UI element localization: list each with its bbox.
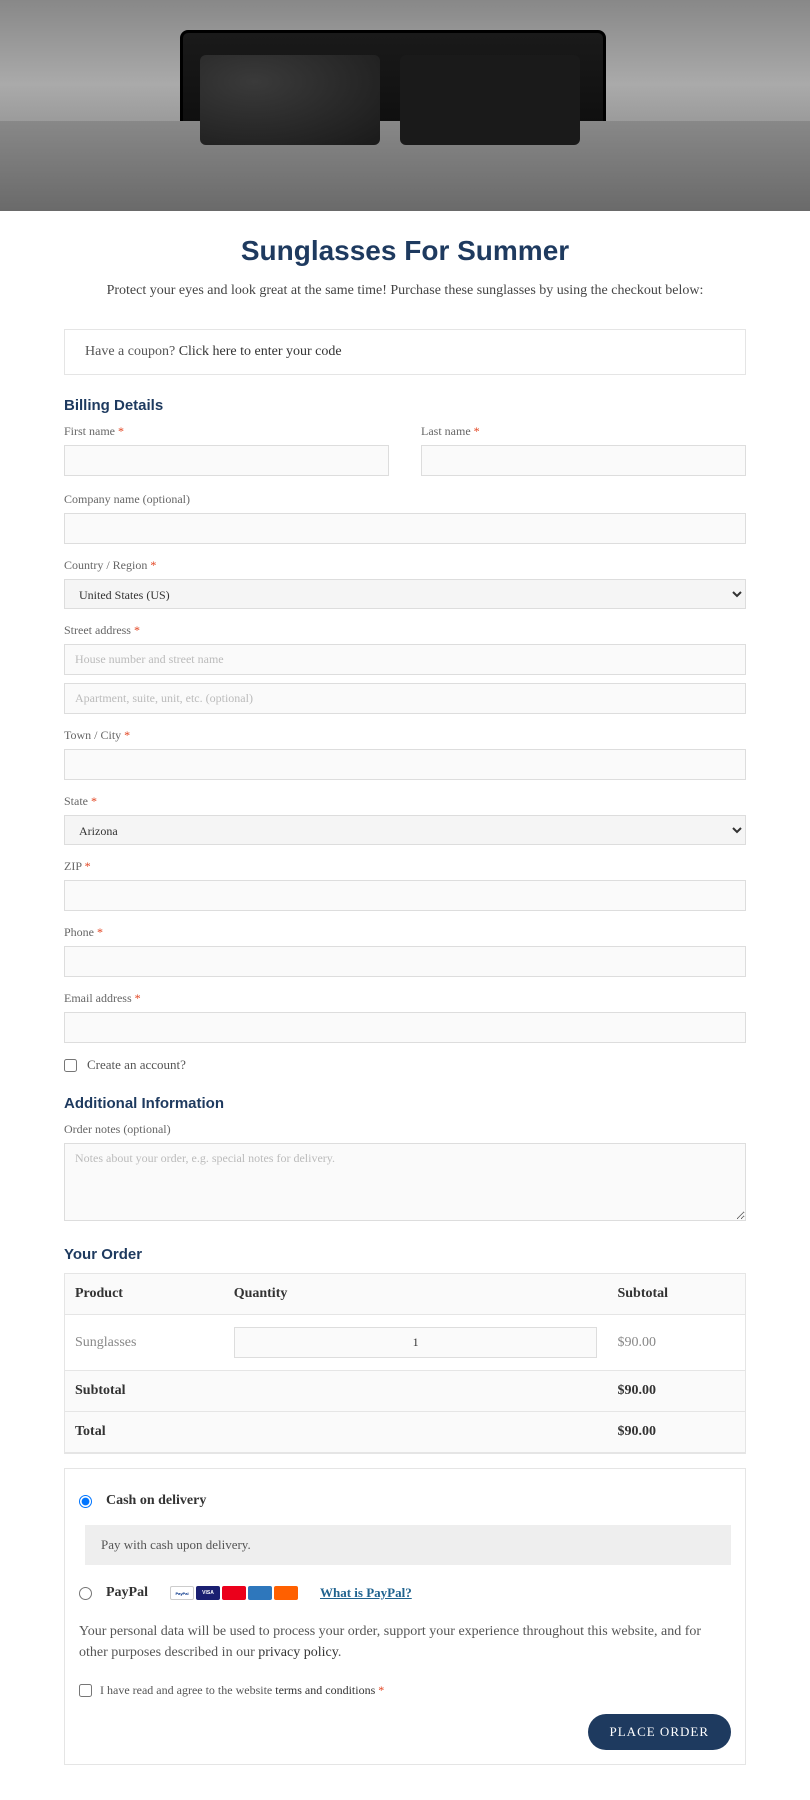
card-icons: PayPal VISA [170, 1586, 298, 1600]
subtotal-label: Subtotal [65, 1371, 607, 1412]
cod-radio[interactable] [79, 1495, 92, 1508]
street-label: Street address * [64, 623, 746, 638]
order-notes-input[interactable] [64, 1143, 746, 1221]
country-label: Country / Region * [64, 558, 746, 573]
apartment-input[interactable] [64, 683, 746, 714]
what-is-paypal-link[interactable]: What is PayPal? [320, 1585, 412, 1601]
company-label: Company name (optional) [64, 492, 746, 507]
country-select[interactable]: United States (US) [64, 579, 746, 609]
create-account-checkbox[interactable] [64, 1059, 77, 1072]
subtotal-value: $90.00 [607, 1371, 745, 1412]
city-label: Town / City * [64, 728, 746, 743]
total-label: Total [65, 1412, 607, 1453]
visa-icon: VISA [196, 1586, 220, 1600]
privacy-text: Your personal data will be used to proce… [79, 1611, 731, 1673]
phone-label: Phone * [64, 925, 746, 940]
zip-input[interactable] [64, 880, 746, 911]
col-qty: Quantity [224, 1274, 608, 1315]
phone-input[interactable] [64, 946, 746, 977]
paypal-label: PayPal [106, 1585, 148, 1601]
order-heading: Your Order [64, 1246, 746, 1263]
hero-image [0, 0, 810, 211]
coupon-prefix: Have a coupon? [85, 344, 179, 359]
payment-box: Cash on delivery Pay with cash upon deli… [64, 1468, 746, 1765]
paypal-radio[interactable] [79, 1587, 92, 1600]
paypal-icon: PayPal [170, 1586, 194, 1600]
additional-heading: Additional Information [64, 1095, 746, 1112]
city-input[interactable] [64, 749, 746, 780]
billing-heading: Billing Details [64, 397, 746, 414]
zip-label: ZIP * [64, 859, 746, 874]
company-input[interactable] [64, 513, 746, 544]
terms-link[interactable]: terms and conditions [275, 1683, 375, 1697]
item-price: $90.00 [607, 1315, 745, 1371]
item-name: Sunglasses [65, 1315, 224, 1371]
coupon-banner: Have a coupon? Click here to enter your … [64, 329, 746, 375]
total-value: $90.00 [607, 1412, 745, 1453]
create-account-label: Create an account? [87, 1057, 186, 1073]
coupon-link[interactable]: Click here to enter your code [179, 344, 342, 359]
privacy-link[interactable]: privacy policy [258, 1645, 338, 1660]
first-name-label: First name * [64, 424, 389, 439]
col-product: Product [65, 1274, 224, 1315]
order-notes-label: Order notes (optional) [64, 1122, 746, 1137]
quantity-input[interactable] [234, 1327, 598, 1358]
street-input[interactable] [64, 644, 746, 675]
order-table: Product Quantity Subtotal Sunglasses $90… [64, 1273, 746, 1454]
discover-icon [274, 1586, 298, 1600]
col-subtotal: Subtotal [607, 1274, 745, 1315]
last-name-input[interactable] [421, 445, 746, 476]
state-select[interactable]: Arizona [64, 815, 746, 845]
cod-description: Pay with cash upon delivery. [85, 1525, 731, 1565]
last-name-label: Last name * [421, 424, 746, 439]
mastercard-icon [222, 1586, 246, 1600]
terms-checkbox[interactable] [79, 1684, 92, 1697]
email-input[interactable] [64, 1012, 746, 1043]
state-label: State * [64, 794, 746, 809]
intro-text: Protect your eyes and look great at the … [64, 283, 746, 299]
email-label: Email address * [64, 991, 746, 1006]
place-order-button[interactable]: PLACE ORDER [588, 1714, 731, 1750]
page-title: Sunglasses For Summer [64, 235, 746, 267]
first-name-input[interactable] [64, 445, 389, 476]
terms-text: I have read and agree to the website ter… [100, 1683, 384, 1698]
cod-label: Cash on delivery [106, 1493, 206, 1509]
amex-icon [248, 1586, 272, 1600]
